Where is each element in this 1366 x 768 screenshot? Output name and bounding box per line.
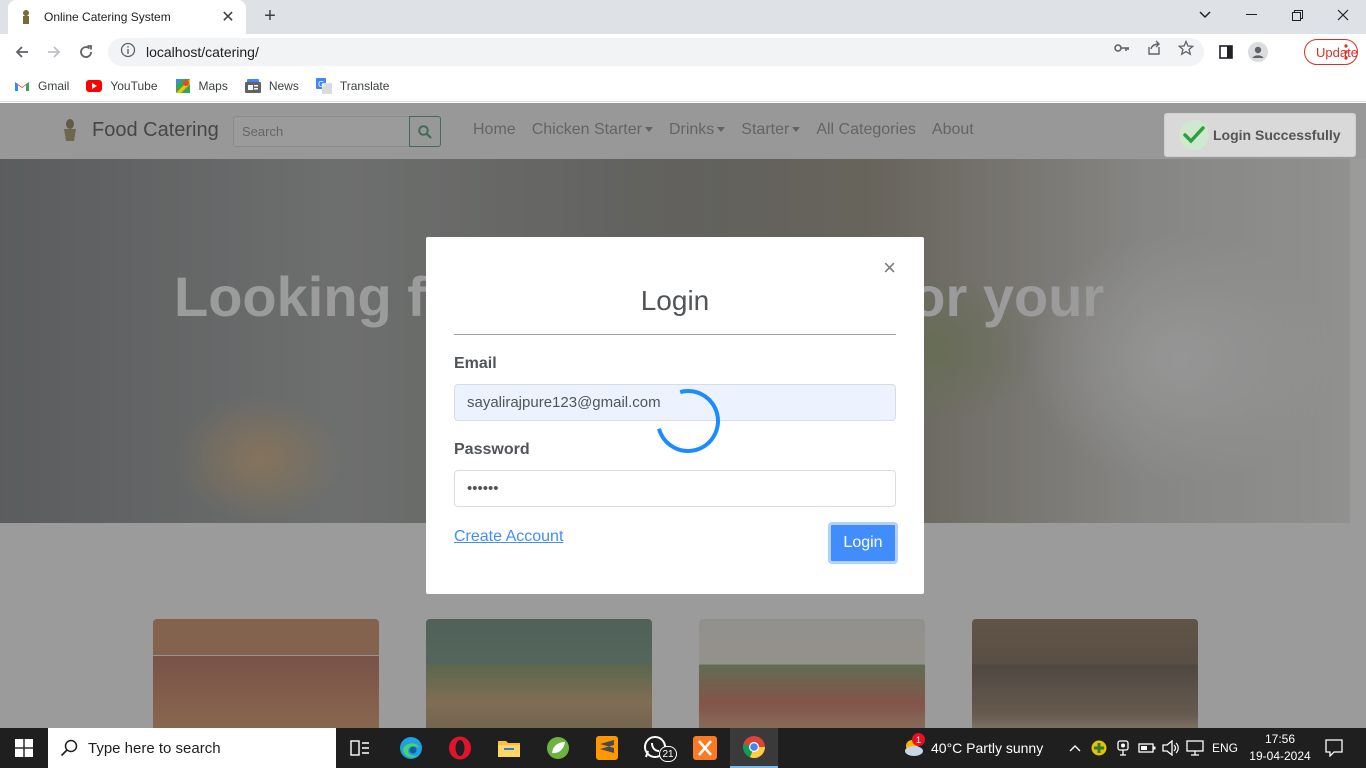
restore-button[interactable] bbox=[1274, 0, 1320, 30]
taskbar-spring-tool[interactable] bbox=[534, 728, 582, 768]
toast-message: Login Successfully bbox=[1213, 127, 1341, 143]
xampp-icon bbox=[693, 736, 717, 760]
taskbar-opera[interactable] bbox=[436, 728, 484, 768]
address-bar[interactable]: localhost/catering/ bbox=[108, 38, 1204, 66]
weather-badge: 1 bbox=[912, 733, 925, 746]
battery-icon[interactable] bbox=[1138, 739, 1156, 757]
profile-avatar-icon[interactable] bbox=[1248, 42, 1268, 62]
taskbar-clock[interactable]: 17:56 19-04-2024 bbox=[1246, 731, 1314, 765]
news-icon bbox=[244, 78, 261, 93]
close-window-button[interactable] bbox=[1320, 0, 1366, 30]
taskbar-xampp[interactable] bbox=[681, 728, 729, 768]
taskbar-edge[interactable] bbox=[387, 728, 435, 768]
divider bbox=[454, 334, 896, 335]
task-view-button[interactable] bbox=[336, 728, 384, 768]
bookmark-label: YouTube bbox=[110, 78, 158, 93]
show-hidden-icons-chevron-icon[interactable] bbox=[1066, 739, 1084, 757]
volume-icon[interactable] bbox=[1162, 739, 1180, 757]
gmail-icon bbox=[14, 79, 30, 93]
sublime-text-icon bbox=[596, 736, 618, 760]
taskbar-search-placeholder: Type here to search bbox=[88, 739, 221, 757]
bookmark-news[interactable]: News bbox=[244, 78, 299, 93]
windows-start-button[interactable] bbox=[0, 728, 48, 768]
chrome-icon bbox=[743, 736, 766, 759]
modal-title: Login bbox=[640, 285, 710, 316]
whatsapp-badge: 21 bbox=[659, 746, 677, 762]
windows-taskbar: Type here to search 21 1 40°C Partly sun… bbox=[0, 728, 1366, 768]
new-tab-button[interactable]: + bbox=[258, 5, 282, 29]
url-text: localhost/catering/ bbox=[146, 44, 259, 60]
taskbar-whatsapp[interactable]: 21 bbox=[632, 728, 680, 768]
maps-icon bbox=[175, 78, 191, 93]
clock-time: 17:56 bbox=[1264, 732, 1296, 746]
back-button[interactable] bbox=[8, 38, 36, 66]
bookmark-maps[interactable]: Maps bbox=[175, 78, 228, 93]
bookmark-label: Maps bbox=[198, 78, 228, 93]
weather-text[interactable]: 40°C Partly sunny bbox=[931, 728, 1043, 768]
reload-button[interactable] bbox=[72, 38, 100, 66]
folder-icon bbox=[498, 741, 520, 757]
tab-title: Online Catering System bbox=[44, 10, 171, 24]
bookmark-youtube[interactable]: YouTube bbox=[86, 78, 158, 93]
update-label: Update bbox=[1316, 44, 1358, 60]
browser-tab-strip: Online Catering System ✕ + bbox=[0, 0, 1366, 34]
bookmark-label: News bbox=[268, 78, 299, 93]
youtube-icon bbox=[86, 79, 103, 93]
site-favicon-icon bbox=[18, 9, 34, 25]
clock-date: 19-04-2024 bbox=[1249, 749, 1311, 763]
login-button[interactable]: Login bbox=[828, 522, 898, 564]
tab-close-icon[interactable]: ✕ bbox=[220, 7, 236, 27]
taskbar-file-explorer[interactable] bbox=[485, 728, 533, 768]
taskbar-chrome[interactable] bbox=[730, 728, 778, 768]
forward-button[interactable] bbox=[40, 38, 68, 66]
minimize-button[interactable] bbox=[1228, 0, 1274, 30]
browser-toolbar: localhost/catering/ bbox=[0, 34, 1366, 70]
tray-webcam-icon[interactable] bbox=[1114, 739, 1132, 757]
close-icon[interactable]: × bbox=[883, 257, 896, 279]
translate-icon: G bbox=[315, 77, 332, 94]
page-viewport: Food Catering Home Chicken Starter Drink… bbox=[0, 103, 1366, 728]
task-view-icon bbox=[350, 740, 369, 756]
browser-tab[interactable]: Online Catering System ✕ bbox=[8, 0, 246, 34]
bookmark-gmail[interactable]: Gmail bbox=[14, 79, 69, 93]
bookmark-star-icon[interactable] bbox=[1178, 40, 1194, 56]
site-info-icon[interactable] bbox=[120, 42, 136, 63]
tab-search-chevron-icon[interactable] bbox=[1182, 0, 1228, 30]
network-icon[interactable] bbox=[1186, 739, 1204, 757]
share-icon[interactable] bbox=[1146, 40, 1162, 56]
success-toast: Login Successfully bbox=[1164, 113, 1356, 157]
password-key-icon[interactable] bbox=[1114, 40, 1130, 56]
language-indicator[interactable]: ENG bbox=[1212, 728, 1238, 768]
taskbar-search-box[interactable]: Type here to search bbox=[48, 728, 336, 768]
tray-app-icon[interactable] bbox=[1090, 739, 1108, 757]
search-icon bbox=[60, 739, 78, 757]
bookmark-label: Translate bbox=[339, 78, 390, 93]
windows-logo-icon bbox=[15, 739, 33, 757]
svg-text:G: G bbox=[318, 80, 324, 89]
spring-leaf-icon bbox=[547, 737, 569, 759]
password-field[interactable] bbox=[454, 470, 896, 507]
side-panel-icon[interactable] bbox=[1216, 42, 1236, 62]
taskbar-sublime[interactable] bbox=[583, 728, 631, 768]
opera-icon bbox=[449, 736, 471, 760]
chrome-update-button[interactable]: Update bbox=[1304, 39, 1358, 65]
checkmark-icon bbox=[1179, 120, 1209, 150]
bookmarks-bar: Gmail YouTube Maps News G Translate bbox=[0, 70, 1366, 102]
password-label: Password bbox=[454, 441, 530, 458]
bookmark-label: Gmail bbox=[38, 78, 70, 93]
edge-icon bbox=[400, 737, 422, 759]
create-account-link[interactable]: Create Account bbox=[454, 528, 563, 546]
bookmark-translate[interactable]: G Translate bbox=[315, 77, 390, 94]
notification-center-icon[interactable] bbox=[1324, 738, 1344, 758]
email-label: Email bbox=[454, 355, 497, 372]
menu-kebab-icon bbox=[1344, 44, 1348, 60]
